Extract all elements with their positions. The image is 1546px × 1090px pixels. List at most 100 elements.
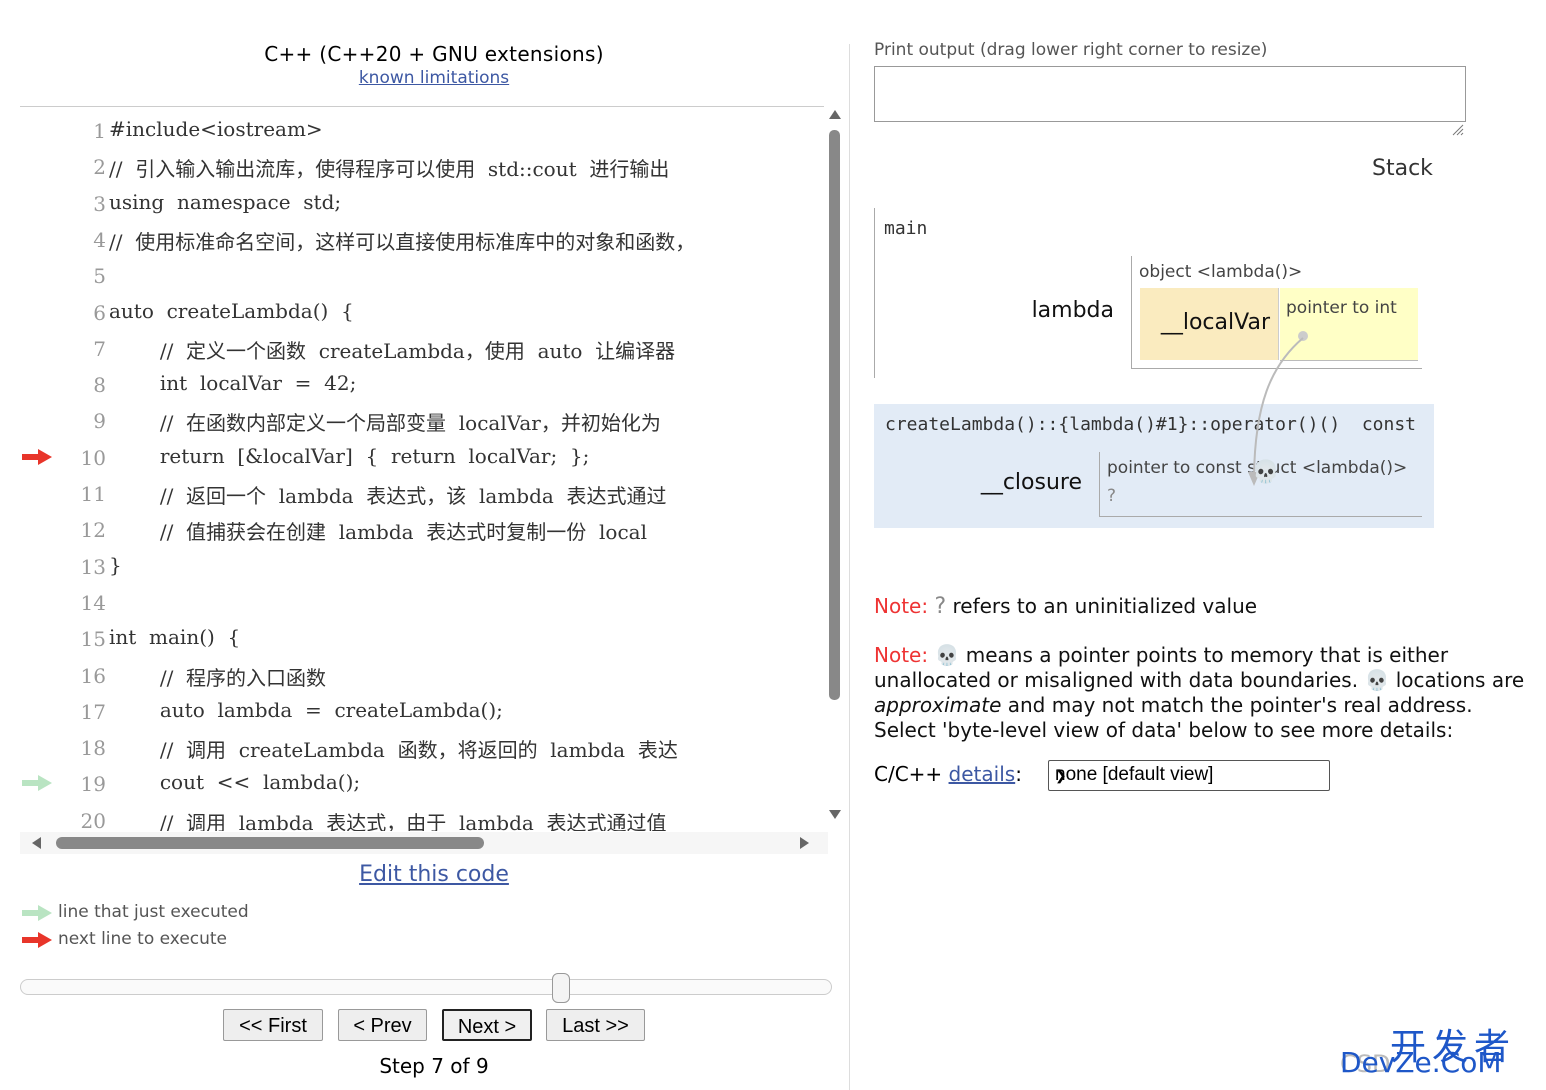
- scroll-right-arrow-icon[interactable]: [800, 837, 809, 849]
- details-link[interactable]: details: [949, 762, 1016, 786]
- line-number: 8: [93, 373, 106, 398]
- code-line[interactable]: 2// 引入输入输出流库，使得程序可以使用 std::cout 进行输出: [20, 149, 824, 185]
- code-line[interactable]: 14: [20, 585, 824, 621]
- legend-just-executed: line that just executed: [20, 901, 320, 925]
- print-output-label: Print output (drag lower right corner to…: [874, 40, 1268, 60]
- red-arrow-icon: [22, 448, 52, 465]
- skull-icon: 💀: [1252, 460, 1280, 485]
- edit-code-link[interactable]: Edit this code: [20, 862, 848, 887]
- code-text: // 使用标准命名空间，这样可以直接使用标准库中的对象和函数，: [109, 229, 696, 254]
- code-text: // 值捕获会在创建 lambda 表达式时复制一份 local: [109, 520, 647, 545]
- code-line[interactable]: 10 return [&localVar] { return localVar;…: [20, 440, 824, 476]
- code-line[interactable]: 3 using namespace std;: [20, 186, 824, 222]
- code-line[interactable]: 18 // 调用 createLambda 函数，将返回的 lambda 表达: [20, 730, 824, 766]
- step-slider-track[interactable]: [20, 979, 832, 995]
- legend-next-line-text: next line to execute: [58, 929, 228, 949]
- line-number: 6: [93, 300, 106, 325]
- line-number: 16: [80, 663, 106, 688]
- line-number: 10: [80, 445, 106, 470]
- step-slider-thumb[interactable]: [551, 973, 570, 1003]
- code-line[interactable]: 1 #include<iostream>: [20, 113, 824, 149]
- legend-just-executed-text: line that just executed: [58, 902, 249, 922]
- code-line[interactable]: 8 int localVar = 42;: [20, 367, 824, 403]
- code-line[interactable]: 7 // 定义一个函数 createLambda，使用 auto 让编译器: [20, 331, 824, 367]
- skull-icon: 💀: [1364, 668, 1390, 692]
- code-line[interactable]: 12 // 值捕获会在创建 lambda 表达式时复制一份 local: [20, 512, 824, 548]
- stack-heading: Stack: [1372, 156, 1433, 181]
- details-colon: :: [1015, 762, 1022, 786]
- line-number: 1: [93, 119, 106, 143]
- last-button[interactable]: Last >>: [546, 1009, 645, 1041]
- code-line[interactable]: 13}: [20, 549, 824, 585]
- code-line[interactable]: 19 cout << lambda();: [20, 766, 824, 802]
- chevron-down-icon: ❯: [1055, 767, 1067, 783]
- next-button[interactable]: Next >: [442, 1009, 532, 1041]
- first-button[interactable]: << First: [223, 1009, 323, 1041]
- variable-lambda-name: lambda: [1031, 298, 1114, 323]
- variable-closure-name: __closure: [980, 470, 1082, 495]
- code-line[interactable]: 16 // 程序的入口函数: [20, 658, 824, 694]
- note-skull-text-2: locations are: [1395, 668, 1525, 692]
- line-number: 17: [80, 699, 106, 724]
- code-text: auto lambda = createLambda();: [109, 697, 503, 722]
- closure-value-uninitialized: ?: [1107, 486, 1117, 506]
- code-line[interactable]: 17 auto lambda = createLambda();: [20, 694, 824, 730]
- code-text: }: [109, 552, 122, 577]
- note-prefix: Note:: [874, 643, 929, 667]
- line-number: 3: [93, 191, 106, 216]
- vertical-scroll-thumb[interactable]: [829, 130, 840, 700]
- code-text: int localVar = 42;: [109, 371, 357, 396]
- print-output-box[interactable]: [874, 66, 1466, 122]
- code-text: return [&localVar] { return localVar; };: [109, 443, 590, 468]
- line-number: 13: [80, 554, 106, 579]
- known-limitations-link[interactable]: known limitations: [20, 68, 848, 88]
- resize-grip-icon[interactable]: [1452, 124, 1464, 136]
- code-line[interactable]: 4// 使用标准命名空间，这样可以直接使用标准库中的对象和函数，: [20, 222, 824, 258]
- panel-divider: [849, 44, 850, 1090]
- watermark-logo-en: DevZe.CoM: [1340, 1046, 1502, 1079]
- code-text: // 引入输入输出流库，使得程序可以使用 std::cout 进行输出: [109, 157, 670, 182]
- code-line[interactable]: 6 auto createLambda() {: [20, 295, 824, 331]
- note-approximate: approximate: [874, 693, 1002, 717]
- line-number: 14: [80, 590, 106, 615]
- code-text: #include<iostream>: [109, 117, 323, 141]
- code-line[interactable]: 9 // 在函数内部定义一个局部变量 localVar，并初始化为: [20, 403, 824, 439]
- code-line[interactable]: 15 int main() {: [20, 621, 824, 657]
- code-text: using namespace std;: [109, 189, 342, 214]
- code-viewer[interactable]: 1 #include<iostream> 2// 引入输入输出流库，使得程序可以使用…: [20, 106, 824, 831]
- line-number: 19: [80, 772, 106, 797]
- code-line[interactable]: 11 // 返回一个 lambda 表达式，该 lambda 表达式通过: [20, 476, 824, 512]
- code-text: // 调用 createLambda 函数，将返回的 lambda 表达: [109, 738, 678, 763]
- language-title: C++ (C++20 + GNU extensions): [264, 42, 604, 66]
- step-counter: Step 7 of 9: [379, 1054, 489, 1078]
- line-number: 18: [80, 736, 106, 761]
- code-line[interactable]: 20 // 调用 lambda 表达式，由于 lambda 表达式通过值: [20, 803, 824, 831]
- lambda-object-type: object <lambda()>: [1139, 262, 1303, 282]
- note-prefix: Note:: [874, 594, 929, 618]
- frame-lambda-call-name: createLambda()::{lambda()#1}::operator()…: [885, 414, 1417, 435]
- scroll-down-arrow-icon[interactable]: [829, 810, 841, 819]
- frame-main-name: main: [884, 218, 928, 239]
- code-text: // 定义一个函数 createLambda，使用 auto 让编译器: [109, 338, 676, 363]
- details-prefix: C/C++: [874, 762, 943, 786]
- line-number: 20: [80, 808, 106, 831]
- code-text: int main() {: [109, 625, 241, 650]
- line-number: 2: [93, 155, 106, 180]
- code-line[interactable]: 5: [20, 258, 824, 294]
- scroll-left-arrow-icon[interactable]: [32, 837, 41, 849]
- note-uninitialized-text: refers to an uninitialized value: [952, 594, 1258, 618]
- legend-next-line: next line to execute: [20, 928, 320, 952]
- red-arrow-icon: [22, 932, 52, 948]
- horizontal-scroll-thumb[interactable]: [56, 837, 484, 849]
- scroll-up-arrow-icon[interactable]: [829, 110, 841, 119]
- line-number: 9: [93, 409, 106, 434]
- line-number: 4: [93, 227, 106, 252]
- code-text: // 返回一个 lambda 表达式，该 lambda 表达式通过: [109, 484, 667, 508]
- note-skull-text-1: means a pointer points to memory that is…: [874, 643, 1449, 692]
- code-text: // 在函数内部定义一个局部变量 localVar，并初始化为: [109, 411, 661, 436]
- prev-button[interactable]: < Prev: [338, 1009, 427, 1041]
- code-text: cout << lambda();: [109, 770, 361, 795]
- green-arrow-icon: [22, 775, 52, 792]
- question-mark-symbol: ?: [934, 594, 947, 619]
- details-view-select[interactable]: none [default view] ❯: [1048, 760, 1330, 791]
